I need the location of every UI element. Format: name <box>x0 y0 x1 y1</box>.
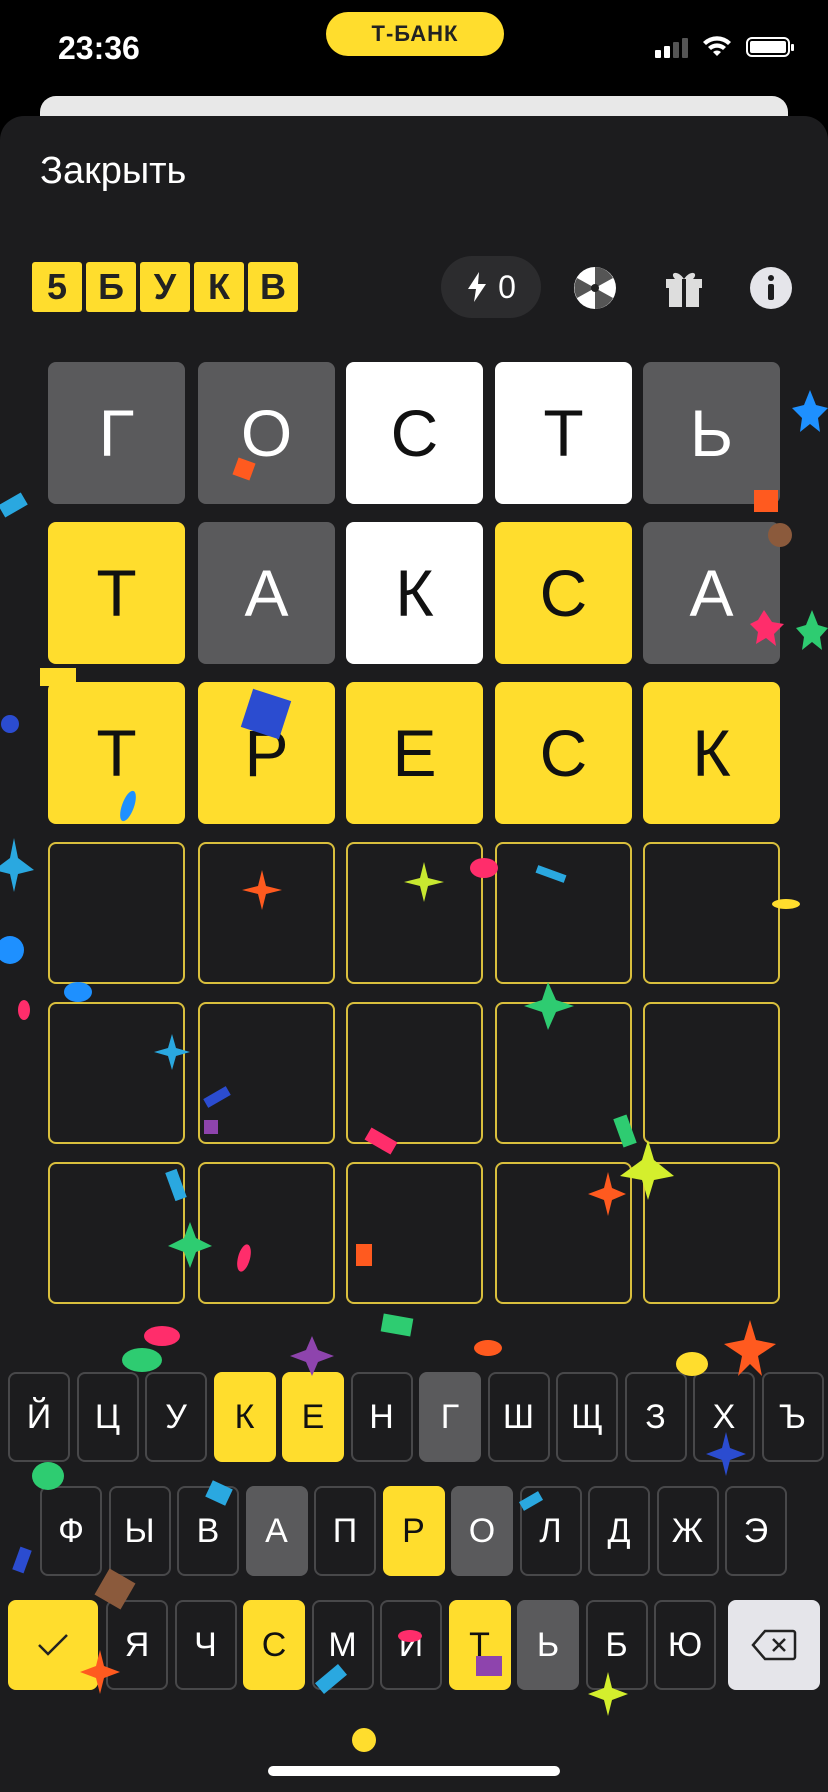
status-time: 23:36 <box>58 30 140 66</box>
board-tile <box>495 842 632 984</box>
board-tile: Т <box>48 682 185 824</box>
wifi-icon <box>703 36 731 56</box>
key-letter[interactable]: В <box>177 1486 239 1576</box>
board-tile <box>48 1002 185 1144</box>
logo-letter: 5 <box>32 262 82 312</box>
key-letter[interactable]: Е <box>282 1372 344 1462</box>
energy-button[interactable]: 0 <box>441 256 541 318</box>
key-letter[interactable]: Я <box>106 1600 168 1690</box>
wheel-icon[interactable] <box>571 264 619 312</box>
board-tile: А <box>643 522 780 664</box>
board-tile <box>48 1162 185 1304</box>
backspace-icon <box>751 1629 797 1661</box>
board-tile <box>495 1162 632 1304</box>
logo-letter: В <box>248 262 298 312</box>
key-letter[interactable]: А <box>245 1486 308 1576</box>
key-letter[interactable]: Ю <box>654 1600 716 1690</box>
board-tile <box>346 1002 483 1144</box>
key-letter[interactable]: Й <box>8 1372 70 1462</box>
cellular-signal-icon <box>655 36 688 58</box>
lightning-icon <box>468 272 487 302</box>
key-letter[interactable]: Х <box>693 1372 755 1462</box>
key-letter[interactable]: Ц <box>76 1372 139 1462</box>
board-tile: А <box>198 522 335 664</box>
key-letter[interactable]: М <box>311 1600 374 1690</box>
board-tile: Т <box>495 362 632 504</box>
key-letter[interactable]: Д <box>588 1486 650 1576</box>
board-tile <box>643 1162 780 1304</box>
board-tile <box>48 842 185 984</box>
key-letter[interactable]: Л <box>519 1486 582 1576</box>
board-tile <box>346 842 483 984</box>
enter-button[interactable] <box>8 1600 98 1690</box>
board-tile: О <box>198 362 335 504</box>
logo-letter: К <box>194 262 244 312</box>
board-tile <box>198 1002 335 1144</box>
board-tile <box>198 842 335 984</box>
board-tile: С <box>346 362 483 504</box>
key-letter[interactable]: Ы <box>108 1486 171 1576</box>
key-letter[interactable]: У <box>145 1372 207 1462</box>
status-icons <box>655 36 794 58</box>
logo-letter: Б <box>86 262 136 312</box>
key-letter[interactable]: Т <box>448 1600 511 1690</box>
gift-icon[interactable] <box>660 264 708 312</box>
backspace-button[interactable] <box>728 1600 820 1690</box>
board-tile <box>643 842 780 984</box>
board-tile: С <box>495 682 632 824</box>
info-icon[interactable] <box>747 264 795 312</box>
battery-icon <box>746 37 794 57</box>
key-letter[interactable]: Н <box>350 1372 413 1462</box>
home-indicator <box>268 1766 560 1776</box>
board-tile: Ь <box>643 362 780 504</box>
status-bar: 23:36 Т-БАНК <box>0 0 828 100</box>
key-letter[interactable]: Г <box>419 1372 481 1462</box>
board-tile <box>643 1002 780 1144</box>
board-tile: К <box>643 682 780 824</box>
key-letter[interactable]: Ь <box>517 1600 579 1690</box>
key-letter[interactable]: Э <box>725 1486 787 1576</box>
board-tile: Т <box>48 522 185 664</box>
bank-pill[interactable]: Т-БАНК <box>326 12 504 56</box>
close-button[interactable]: Закрыть <box>40 150 186 193</box>
key-letter[interactable]: К <box>213 1372 276 1462</box>
game-logo: 5 Б У К В <box>32 262 298 312</box>
key-letter[interactable]: О <box>451 1486 513 1576</box>
logo-letter: У <box>140 262 190 312</box>
key-letter[interactable]: И <box>380 1600 442 1690</box>
board-tile: Р <box>198 682 335 824</box>
board-tile <box>495 1002 632 1144</box>
key-letter[interactable]: Ч <box>174 1600 237 1690</box>
board-tile: С <box>495 522 632 664</box>
key-letter[interactable]: Ф <box>40 1486 102 1576</box>
key-letter[interactable]: Ъ <box>761 1372 824 1462</box>
board-tile: Е <box>346 682 483 824</box>
board-tile <box>346 1162 483 1304</box>
energy-count: 0 <box>498 268 516 305</box>
key-letter[interactable]: Б <box>585 1600 648 1690</box>
board-tile: К <box>346 522 483 664</box>
board-tile <box>198 1162 335 1304</box>
key-letter[interactable]: С <box>243 1600 305 1690</box>
key-letter[interactable]: Р <box>382 1486 445 1576</box>
key-letter[interactable]: П <box>314 1486 376 1576</box>
checkmark-icon <box>38 1634 68 1656</box>
key-letter[interactable]: Щ <box>556 1372 618 1462</box>
board-tile: Г <box>48 362 185 504</box>
key-letter[interactable]: Ш <box>487 1372 550 1462</box>
key-letter[interactable]: З <box>624 1372 687 1462</box>
key-letter[interactable]: Ж <box>656 1486 719 1576</box>
